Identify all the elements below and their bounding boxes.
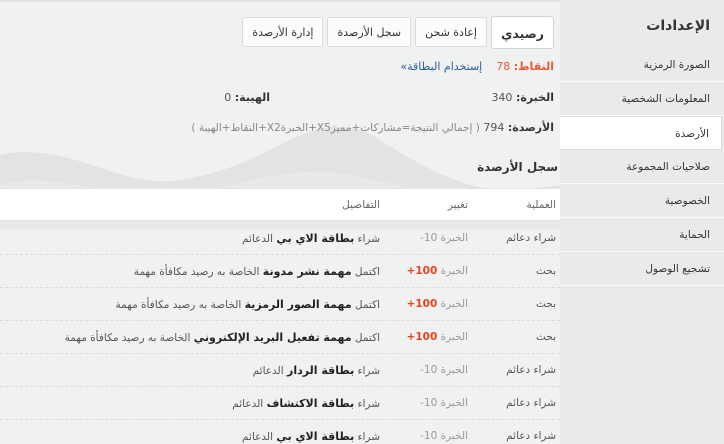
row-operation: بحث <box>535 265 556 277</box>
row-details-prefix: اكتمل <box>354 266 380 278</box>
sidebar-item[interactable]: الحماية <box>558 218 724 252</box>
row-details-prefix: اكتمل <box>354 332 380 344</box>
row-details-item: بطاقة الاكتشاف <box>266 397 355 410</box>
row-details-item: بطاقة الاي بي <box>276 232 355 245</box>
row-operation: شراء دعائم <box>506 397 556 409</box>
row-details: اكتمل مهمة نشر مدونة الخاصة به رصيد مكاف… <box>134 255 380 289</box>
row-details-suffix: الدعائم <box>252 365 284 377</box>
row-change-label: الخبرة <box>440 397 468 409</box>
row-details-item: مهمة الصور الرمزية <box>244 298 352 311</box>
credits-value: 794 <box>483 121 505 134</box>
row-details-item: بطاقة الردار <box>287 364 355 377</box>
header-details: التفاصيل <box>342 199 380 211</box>
row-change-value: 100+ <box>406 331 438 343</box>
credits-row: الأرصدة: 794 ( إجمالي النتيجة=مشاركات+مم… <box>191 121 554 134</box>
row-change-label: الخبرة <box>440 298 468 310</box>
sidebar-item[interactable]: الأرصدة <box>554 116 722 150</box>
row-change-label: الخبرة <box>440 331 468 343</box>
row-details: اكتمل مهمة الصور الرمزية الخاصة به رصيد … <box>116 288 380 322</box>
sidebar-menu: الصورة الرمزية المعلومات الشخصية الأرصدة صل… <box>554 48 724 286</box>
experience-row: الخبرة: 340 <box>491 91 554 104</box>
log-row: شراء دعائم الخبرة 10- شراء بطاقة الاكتشاف … <box>0 387 560 420</box>
points-row: النقاط: 78 إستخدام البطاقة» <box>400 60 554 73</box>
row-change: الخبرة 100+ <box>407 255 468 288</box>
log-row: شراء دعائم الخبرة 10- شراء بطاقة الاي بي ا… <box>0 420 560 444</box>
row-details: اكتمل مهمة تفعيل البريد الإلكتروني الخاص… <box>65 321 380 355</box>
row-operation: بحث <box>535 331 556 343</box>
row-details-prefix: شراء <box>357 233 380 245</box>
row-details-prefix: اكتمل <box>354 299 380 311</box>
row-change-value: 10- <box>420 397 438 409</box>
prestige-row: الهيبة: 0 <box>224 91 270 104</box>
row-details-suffix: الدعائم <box>242 233 274 245</box>
row-change-value: 10- <box>420 232 438 244</box>
row-operation: شراء دعائم <box>506 232 556 244</box>
row-details-suffix: الدعائم <box>232 398 264 410</box>
row-change: الخبرة 10- <box>414 420 468 444</box>
row-details-suffix: الخاصة به رصيد مكافأة مهمة <box>133 266 260 278</box>
row-details: شراء بطاقة الاكتشاف الدعائم <box>232 387 380 421</box>
sidebar-item[interactable]: صلاحيات المجموعة <box>558 150 724 184</box>
row-details-suffix: الدعائم <box>242 431 274 443</box>
log-row: شراء دعائم الخبرة 10- شراء بطاقة الاي بي ا… <box>0 222 560 255</box>
tab-item[interactable]: إعادة شحن <box>415 17 487 47</box>
experience-label: الخبرة: <box>515 91 554 104</box>
row-change: الخبرة 10- <box>414 222 468 255</box>
log-row: بحث الخبرة 100+ اكتمل مهمة الصور الرمزية ا… <box>0 288 560 321</box>
row-details-item: بطاقة الاي بي <box>276 430 355 443</box>
row-change: الخبرة 100+ <box>407 321 468 354</box>
credits-formula: ( إجمالي النتيجة=مشاركات+مميزX5+الخبرةX2… <box>191 122 480 134</box>
row-details: شراء بطاقة الاي بي الدعائم <box>242 222 380 256</box>
tab-item[interactable]: إدارة الأرصدة <box>242 17 324 47</box>
sidebar-item[interactable]: تشجيع الوصول <box>558 252 724 286</box>
log-row: بحث الخبرة 100+ اكتمل مهمة نشر مدونة الخاص… <box>0 255 560 288</box>
log-table-header: العملية تغيير التفاصيل <box>0 188 560 221</box>
sidebar-title: الإعدادات <box>646 18 710 34</box>
row-change-value: 100+ <box>406 265 438 277</box>
prestige-label: الهيبة: <box>234 91 270 104</box>
tab-item[interactable]: سجل الأرصدة <box>327 17 412 47</box>
main-content: رصيدي إعادة شحن سجل الأرصدة إدارة الأرصدة ا… <box>0 0 560 444</box>
experience-value: 340 <box>491 91 513 104</box>
row-change-value: 10- <box>420 364 438 376</box>
log-row: شراء دعائم الخبرة 10- شراء بطاقة الردار ال… <box>0 354 560 387</box>
row-details-prefix: شراء <box>357 431 380 443</box>
use-card-link[interactable]: إستخدام البطاقة» <box>400 60 482 73</box>
row-change-value: 10- <box>420 430 438 442</box>
row-change-label: الخبرة <box>440 232 468 244</box>
header-operation: العملية <box>526 199 556 211</box>
row-change-label: الخبرة <box>440 265 468 277</box>
row-change: الخبرة 10- <box>414 387 468 420</box>
points-value: 78 <box>496 60 511 73</box>
row-details-suffix: الخاصة به رصيد مكافأة مهمة <box>115 299 242 311</box>
row-operation: شراء دعائم <box>506 364 556 376</box>
row-details-prefix: شراء <box>357 365 380 377</box>
row-change-value: 100+ <box>406 298 438 310</box>
header-change: تغيير <box>447 199 468 211</box>
credits-log-title: سجل الأرصدة <box>477 160 558 174</box>
prestige-value: 0 <box>224 91 232 104</box>
sidebar-item[interactable]: الخصوصية <box>558 184 724 218</box>
sidebar-item[interactable]: المعلومات الشخصية <box>558 82 724 116</box>
row-change-label: الخبرة <box>440 430 468 442</box>
log-row: بحث الخبرة 100+ اكتمل مهمة تفعيل البريد ال… <box>0 321 560 354</box>
points-label: النقاط: <box>513 60 554 73</box>
row-details-item: مهمة تفعيل البريد الإلكتروني <box>193 331 352 344</box>
row-change: الخبرة 100+ <box>407 288 468 321</box>
row-details: شراء بطاقة الاي بي الدعائم <box>242 420 380 444</box>
row-operation: بحث <box>535 298 556 310</box>
sidebar-item[interactable]: الصورة الرمزية <box>558 48 724 82</box>
row-operation: شراء دعائم <box>506 430 556 442</box>
tab-item[interactable]: رصيدي <box>490 16 554 49</box>
row-details-item: مهمة نشر مدونة <box>262 265 352 278</box>
row-details: شراء بطاقة الردار الدعائم <box>253 354 380 388</box>
settings-sidebar: الإعدادات الصورة الرمزية المعلومات الشخصي… <box>554 0 724 444</box>
credits-tabs: رصيدي إعادة شحن سجل الأرصدة إدارة الأرصدة <box>242 16 554 49</box>
row-details-suffix: الخاصة به رصيد مكافأة مهمة <box>64 332 191 344</box>
row-details-prefix: شراء <box>357 398 380 410</box>
credits-label: الأرصدة: <box>507 121 554 134</box>
row-change-label: الخبرة <box>440 364 468 376</box>
row-change: الخبرة 10- <box>414 354 468 387</box>
